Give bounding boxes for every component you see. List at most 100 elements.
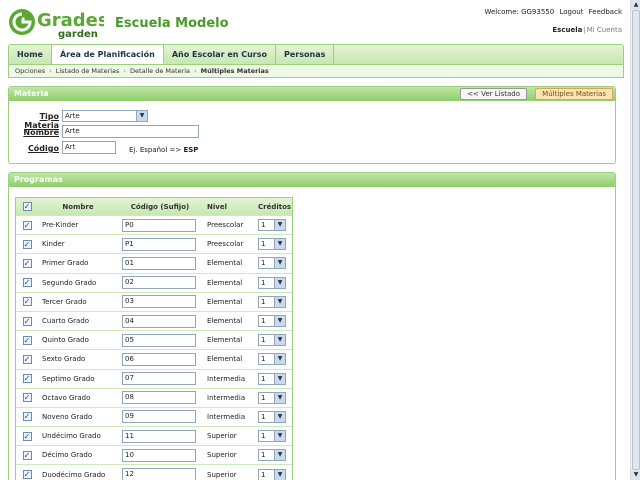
program-level: Superior xyxy=(207,451,237,460)
program-code-input[interactable]: 04 xyxy=(122,314,196,328)
row-checkbox[interactable]: ✓ xyxy=(22,316,32,326)
credits-value: 1 xyxy=(261,240,266,249)
program-level: Superior xyxy=(207,470,237,479)
row-checkbox[interactable]: ✓ xyxy=(22,431,32,441)
program-code-input[interactable]: 11 xyxy=(122,429,196,443)
credits-select[interactable]: 1 ▼ xyxy=(258,276,286,289)
row-checkbox[interactable]: ✓ xyxy=(22,258,32,268)
program-code-input[interactable]: 05 xyxy=(122,333,196,347)
row-checkbox[interactable]: ✓ xyxy=(22,374,32,384)
program-level: Intermedia xyxy=(207,412,246,421)
nombre-field[interactable]: Arte xyxy=(62,125,199,138)
chevron-down-icon: ▼ xyxy=(136,111,147,121)
breadcrumb-detalle[interactable]: Detalle de Materia xyxy=(130,67,190,75)
program-level: Elemental xyxy=(207,278,243,287)
col-nivel: Nivel xyxy=(207,202,227,211)
credits-select[interactable]: 1 ▼ xyxy=(258,219,286,232)
feedback-link[interactable]: Feedback xyxy=(589,8,622,16)
chevron-down-icon: ▼ xyxy=(274,373,285,384)
table-body: ✓ Pre-Kinder P0 Preescolar 1 ▼ ✓ Kinder P1 Preesc… xyxy=(16,216,292,480)
program-code-input[interactable]: 08 xyxy=(122,391,196,405)
table-row: ✓ Noveno Grado 09 Intermedia 1 ▼ xyxy=(16,408,292,428)
tab-home[interactable]: Home xyxy=(9,45,52,64)
program-code-input[interactable]: P0 xyxy=(122,218,196,232)
row-checkbox[interactable]: ✓ xyxy=(22,335,32,345)
row-checkbox[interactable]: ✓ xyxy=(22,450,32,460)
program-level: Elemental xyxy=(207,259,243,268)
tipo-materia-select[interactable]: Arte ▼ xyxy=(62,110,148,122)
page: Grades garden Escuela Modelo Welcome: GG… xyxy=(0,0,640,480)
scroll-up-icon[interactable]: ▲ xyxy=(631,0,640,10)
program-level: Elemental xyxy=(207,355,243,364)
table-row: ✓ Undécimo Grado 11 Superior 1 ▼ xyxy=(16,427,292,447)
program-code-input[interactable]: 09 xyxy=(122,410,196,424)
chevron-down-icon: ▼ xyxy=(274,258,285,269)
credits-select[interactable]: 1 ▼ xyxy=(258,410,286,423)
program-name: Kinder xyxy=(42,240,65,249)
tab-area-planificacion[interactable]: Área de Planificación xyxy=(51,45,164,64)
ver-listado-button[interactable]: << Ver Listado xyxy=(460,88,527,100)
logout-link[interactable]: Logout xyxy=(559,8,583,16)
credits-value: 1 xyxy=(261,432,266,441)
row-checkbox[interactable]: ✓ xyxy=(22,297,32,307)
scrollbar-thumb[interactable] xyxy=(632,10,640,470)
credits-select[interactable]: 1 ▼ xyxy=(258,353,286,366)
credits-select[interactable]: 1 ▼ xyxy=(258,334,286,347)
col-codigo: Código (Sufijo) xyxy=(130,202,190,211)
program-code-input[interactable]: 03 xyxy=(122,295,196,309)
breadcrumb-opciones[interactable]: Opciones xyxy=(15,67,45,75)
codigo-field[interactable]: Art xyxy=(62,141,116,154)
table-row: ✓ Septimo Grado 07 Intermedia 1 ▼ xyxy=(16,370,292,389)
breadcrumb-arrow-icon: › xyxy=(123,67,127,75)
table-row: ✓ Octavo Grado 08 Intermedia 1 ▼ xyxy=(16,389,292,408)
credits-value: 1 xyxy=(261,336,266,345)
program-code-input[interactable]: 12 xyxy=(122,468,196,480)
program-name: Quinto Grado xyxy=(42,336,89,345)
table-row: ✓ Segundo Grado 02 Elemental 1 ▼ xyxy=(16,274,292,293)
program-code-input[interactable]: 10 xyxy=(122,448,196,462)
escuela-link[interactable]: Escuela xyxy=(552,26,582,34)
program-code-input[interactable]: 07 xyxy=(122,372,196,386)
multiples-materias-button[interactable]: Múltiples Materias xyxy=(535,88,613,100)
account-links: Escuela|Mi Cuenta xyxy=(552,26,622,34)
credits-select[interactable]: 1 ▼ xyxy=(258,315,286,328)
table-row: ✓ Kinder P1 Preescolar 1 ▼ xyxy=(16,235,292,255)
credits-select[interactable]: 1 ▼ xyxy=(258,257,286,270)
tab-personas[interactable]: Personas xyxy=(276,45,335,64)
row-checkbox[interactable]: ✓ xyxy=(22,278,32,288)
credits-select[interactable]: 1 ▼ xyxy=(258,430,286,443)
credits-select[interactable]: 1 ▼ xyxy=(258,449,286,462)
program-code-input[interactable]: 06 xyxy=(122,352,196,366)
codigo-hint: Ej. Español => ESP xyxy=(129,146,198,154)
breadcrumb: Opciones › Listado de Materias › Detalle de … xyxy=(8,64,624,78)
program-code-input[interactable]: 02 xyxy=(122,276,196,290)
mi-cuenta-link[interactable]: Mi Cuenta xyxy=(587,26,622,34)
materia-panel-header: Materia << Ver Listado Múltiples Materia… xyxy=(9,87,615,101)
row-checkbox[interactable]: ✓ xyxy=(22,393,32,403)
page-scrollbar[interactable]: ▲ ▼ xyxy=(630,0,640,480)
program-code-input[interactable]: 01 xyxy=(122,256,196,270)
program-code-input[interactable]: P1 xyxy=(122,237,196,251)
row-checkbox[interactable]: ✓ xyxy=(22,220,32,230)
program-name: Cuarto Grado xyxy=(42,317,90,326)
credits-select[interactable]: 1 ▼ xyxy=(258,238,286,251)
row-checkbox[interactable]: ✓ xyxy=(22,412,32,422)
credits-value: 1 xyxy=(261,221,266,230)
select-all-checkbox[interactable]: ✓ xyxy=(22,202,32,211)
program-name: Primer Grado xyxy=(42,259,89,268)
row-checkbox[interactable]: ✓ xyxy=(22,354,32,364)
credits-select[interactable]: 1 ▼ xyxy=(258,295,286,308)
row-checkbox[interactable]: ✓ xyxy=(22,470,32,480)
credits-select[interactable]: 1 ▼ xyxy=(258,468,286,480)
breadcrumb-listado[interactable]: Listado de Materias xyxy=(56,67,120,75)
table-row: ✓ Duodécimo Grado 12 Superior 1 ▼ xyxy=(16,465,292,480)
table-row: ✓ Décimo Grado 10 Superior 1 ▼ xyxy=(16,446,292,466)
gradesgarden-logo[interactable]: Grades garden xyxy=(8,6,104,40)
scroll-down-icon[interactable]: ▼ xyxy=(631,470,640,480)
row-checkbox[interactable]: ✓ xyxy=(22,239,32,249)
credits-select[interactable]: 1 ▼ xyxy=(258,391,286,404)
credits-select[interactable]: 1 ▼ xyxy=(258,372,286,385)
tab-ano-escolar[interactable]: Año Escolar en Curso xyxy=(164,45,277,64)
program-level: Intermedia xyxy=(207,374,246,383)
credits-value: 1 xyxy=(261,278,266,287)
